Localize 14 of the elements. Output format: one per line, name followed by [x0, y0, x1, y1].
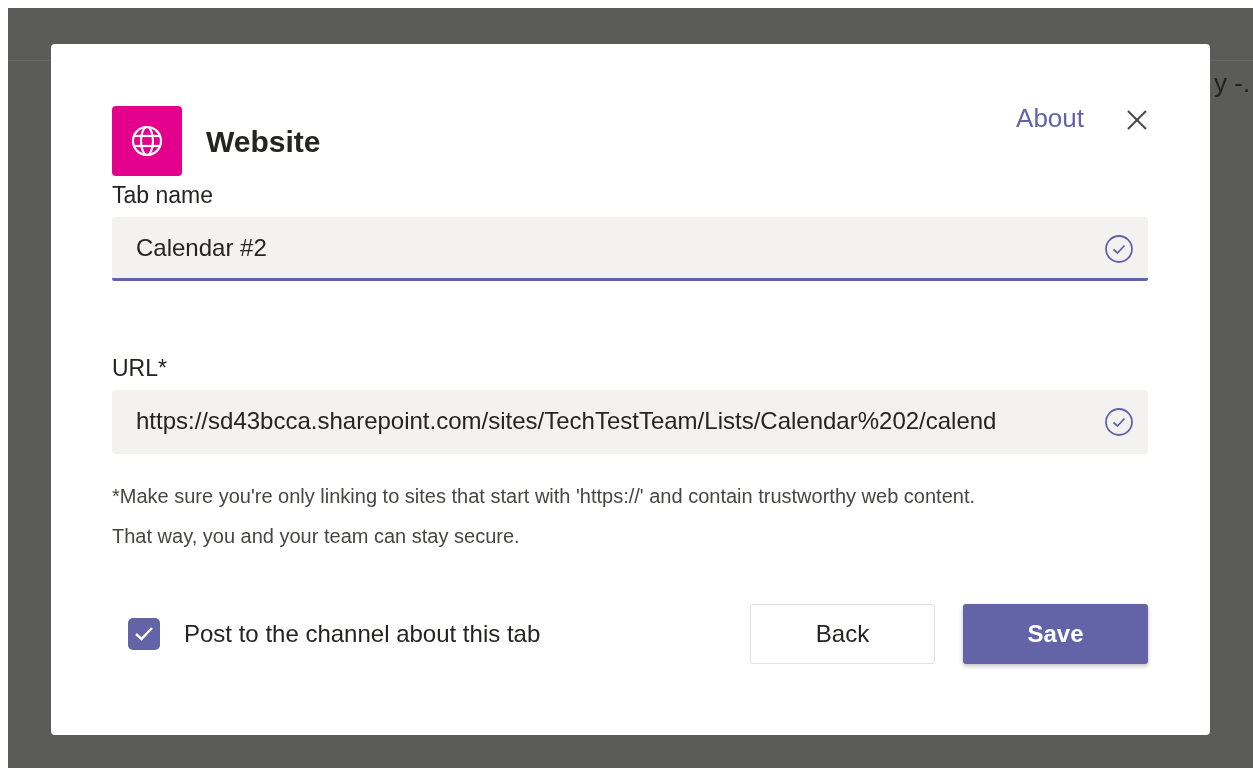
text-field[interactable]: https://sd43bcca.sharepoint.com/sites/TechTestTeam/Lists/Calendar%202/calend	[112, 390, 1148, 454]
back-button[interactable]: Back	[750, 604, 935, 664]
security-note: *Make sure you're only linking to sites that start with 'https://' and contain trustworthy web content. That way, you and your team can stay secure.	[112, 484, 976, 549]
checkbox-label: Post to the channel about this tab	[184, 620, 541, 648]
checkbox[interactable]	[128, 618, 160, 650]
cell-text: y -.	[1214, 68, 1251, 99]
text-field[interactable]: Calendar #2	[112, 217, 1148, 281]
save-button[interactable]: Save	[963, 604, 1148, 664]
field-label: Tab name	[112, 182, 214, 209]
dialog-title: Website	[206, 125, 321, 159]
globe-icon	[112, 106, 182, 176]
checkmark-icon	[134, 626, 154, 642]
field-label: URL*	[112, 355, 168, 382]
about-link[interactable]: About	[1016, 103, 1084, 134]
